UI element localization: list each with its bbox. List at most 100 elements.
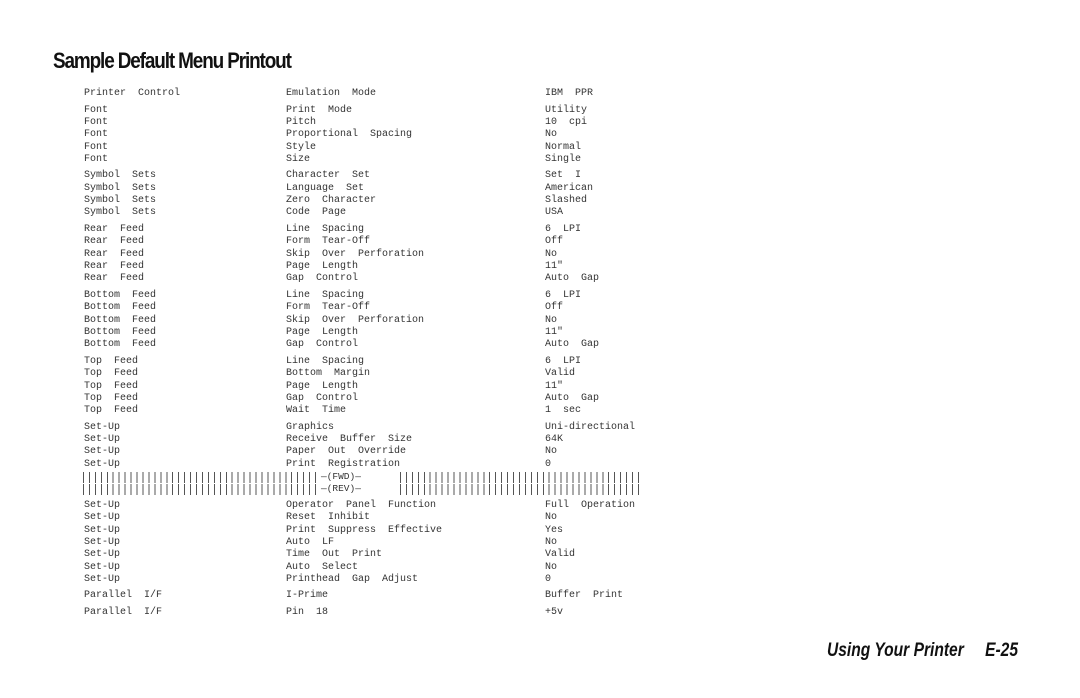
registration-rev-row: —(REV)— <box>83 483 684 496</box>
menu-category: Rear Feed <box>84 248 145 260</box>
menu-item: Line Spacing <box>286 355 365 367</box>
menu-group: Set-Up Graphics Uni-directional Set-Up Recei… <box>83 421 684 496</box>
menu-row: Bottom Feed Line Spacing 6 LPI <box>84 290 684 302</box>
menu-item: Paper Out Override <box>286 446 407 458</box>
menu-row: Top Feed Page Length 11″ <box>84 381 684 393</box>
menu-value: 64K <box>545 434 564 446</box>
menu-item: Operator Panel Function <box>286 499 437 511</box>
menu-value: Yes <box>545 524 564 536</box>
menu-value: 0 <box>545 573 552 585</box>
menu-item: Printhead Gap Adjust <box>286 573 419 585</box>
menu-value: Full Operation <box>545 499 636 511</box>
menu-item: Language Set <box>286 182 365 194</box>
menu-category: Printer Control <box>84 88 181 99</box>
menu-item: Auto LF <box>286 536 335 548</box>
page-title: Sample Default Menu Printout <box>53 48 292 73</box>
registration-ticks-right <box>400 471 643 483</box>
menu-category: Set-Up <box>84 512 121 524</box>
menu-category: Bottom Feed <box>84 289 157 301</box>
menu-item: Print Registration <box>286 458 401 470</box>
menu-category: Symbol Sets <box>84 182 157 194</box>
menu-row: Rear Feed Line Spacing 6 LPI <box>84 224 684 236</box>
menu-item: Wait Time <box>286 405 347 417</box>
menu-category: Set-Up <box>84 536 121 548</box>
menu-category: Top Feed <box>84 392 139 404</box>
menu-value: American <box>545 182 594 194</box>
menu-item: Skip Over Perforation <box>286 248 425 260</box>
menu-value: Buffer Print <box>545 590 624 602</box>
registration-fwd-row: —(FWD)— <box>83 471 684 483</box>
menu-group: Rear Feed Line Spacing 6 LPI Rear Feed Form … <box>84 224 684 286</box>
menu-category: Top Feed <box>84 368 139 380</box>
menu-row: Rear Feed Gap Control Auto Gap <box>84 273 684 285</box>
print-registration-pattern: —(FWD)— —(REV)— <box>83 471 684 496</box>
menu-category: Rear Feed <box>84 273 145 285</box>
menu-category: Set-Up <box>84 499 121 511</box>
registration-ticks-right <box>400 484 643 496</box>
menu-item: Emulation Mode <box>286 88 377 99</box>
menu-row: Symbol Sets Character Set Set I <box>84 170 684 182</box>
menu-item: Receive Buffer Size <box>286 434 413 446</box>
menu-value: Set I <box>545 170 582 182</box>
menu-value: 11″ <box>545 326 564 338</box>
menu-row: Bottom Feed Gap Control Auto Gap <box>84 339 684 351</box>
menu-row: Font Pitch 10 cpi <box>84 117 684 129</box>
registration-rev-label: —(REV)— <box>321 483 361 495</box>
menu-value: No <box>545 314 558 326</box>
menu-category: Set-Up <box>84 561 121 573</box>
menu-row: Top Feed Gap Control Auto Gap <box>84 393 684 405</box>
menu-row: Rear Feed Form Tear-Off Off <box>84 236 684 248</box>
menu-group: Symbol Sets Character Set Set I Symbol Sets… <box>84 170 684 219</box>
menu-group: Bottom Feed Line Spacing 6 LPI Bottom Feed F… <box>84 290 684 352</box>
menu-category: Symbol Sets <box>84 207 157 219</box>
menu-item: Graphics <box>286 421 335 433</box>
menu-value: IBM PPR <box>545 88 594 99</box>
menu-category: Font <box>84 104 109 116</box>
footer-page-number: E-25 <box>985 640 1019 661</box>
menu-item: Proportional Spacing <box>286 129 413 141</box>
menu-row: Symbol Sets Language Set American <box>84 183 684 195</box>
menu-row: Top Feed Wait Time 1 sec <box>84 405 684 417</box>
menu-category: Rear Feed <box>84 224 145 235</box>
menu-row: Rear Feed Skip Over Perforation No <box>84 249 684 261</box>
menu-row: Bottom Feed Form Tear-Off Off <box>84 302 684 314</box>
menu-item: Print Mode <box>286 104 353 116</box>
menu-row: Font Proportional Spacing No <box>84 129 684 141</box>
menu-row: Top Feed Line Spacing 6 LPI <box>84 356 684 368</box>
menu-item: Code Page <box>286 207 347 219</box>
menu-printout-table: Printer Control Emulation Mode IBM PPR Font… <box>83 88 684 624</box>
menu-row: Font Style Normal <box>84 142 684 154</box>
menu-value: 11″ <box>545 261 564 273</box>
menu-category: Bottom Feed <box>84 339 157 351</box>
menu-category: Font <box>84 153 109 165</box>
menu-item: Gap Control <box>286 339 359 351</box>
menu-group: Font Print Mode Utility Font Pitch 10 cpi Font… <box>84 105 684 167</box>
menu-item: Bottom Margin <box>286 368 371 380</box>
menu-value: No <box>545 536 558 548</box>
menu-value: Valid <box>545 368 576 380</box>
menu-value: Off <box>545 236 564 248</box>
menu-value: No <box>545 129 558 141</box>
page-footer: Using Your Printer E-25 <box>827 640 1018 662</box>
menu-value: 0 <box>545 458 552 470</box>
footer-section-title: Using Your Printer <box>827 640 964 661</box>
menu-row: Font Print Mode Utility <box>84 105 684 117</box>
menu-category: Font <box>84 116 109 128</box>
menu-category: Bottom Feed <box>84 314 157 326</box>
menu-item: Form Tear-Off <box>286 236 371 248</box>
menu-value: Auto Gap <box>545 392 600 404</box>
menu-value: Slashed <box>545 195 588 207</box>
menu-value: 11″ <box>545 380 564 392</box>
menu-category: Rear Feed <box>84 236 145 248</box>
menu-item: Zero Character <box>286 195 377 207</box>
menu-item: Page Length <box>286 380 359 392</box>
menu-row: Set-Up Reset Inhibit No <box>84 512 684 524</box>
menu-value: 1 sec <box>545 405 582 417</box>
menu-row: Bottom Feed Page Length 11″ <box>84 327 684 339</box>
menu-value: No <box>545 512 558 524</box>
menu-category: Font <box>84 129 109 141</box>
menu-group: Set-Up Operator Panel Function Full Operat… <box>84 500 684 586</box>
menu-row: Rear Feed Page Length 11″ <box>84 261 684 273</box>
registration-ticks-left <box>83 471 321 483</box>
menu-row: Font Size Single <box>84 154 684 166</box>
